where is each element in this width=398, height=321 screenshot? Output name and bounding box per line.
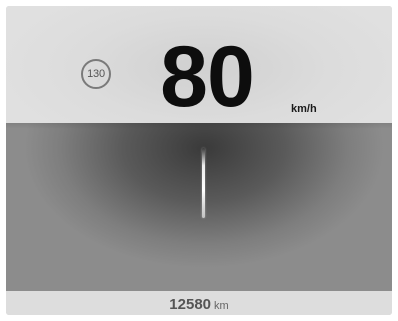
dashboard-display: 130 80 km/h 12580 km <box>6 6 392 315</box>
road-view <box>6 123 392 291</box>
odometer-value: 12580 <box>169 296 212 313</box>
odometer-bar: 12580 km <box>6 291 392 315</box>
current-speed: 80 <box>160 29 255 125</box>
odometer: 12580 km <box>169 296 228 313</box>
speed-panel: 130 80 km/h <box>6 6 392 123</box>
speed-limit-value: 130 <box>87 68 105 80</box>
speed-limit-sign: 130 <box>81 59 111 89</box>
speed-unit: km/h <box>291 103 317 115</box>
lane-marking <box>202 148 205 218</box>
odometer-unit: km <box>214 300 229 312</box>
